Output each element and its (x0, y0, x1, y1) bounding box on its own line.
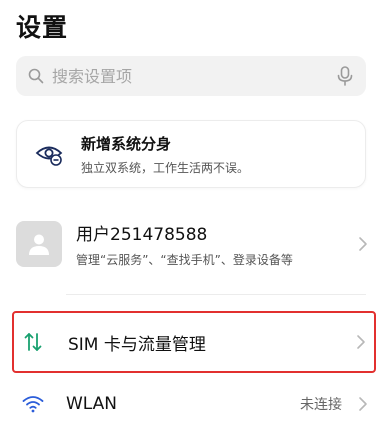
divider (66, 294, 366, 295)
wlan-row[interactable]: WLAN 未连接 (12, 384, 376, 424)
search-icon (28, 68, 44, 84)
chevron-right-icon (358, 396, 368, 412)
settings-page: 设置 新增系统分身 独立双系 (0, 0, 382, 442)
sim-and-data-row[interactable]: SIM 卡与流量管理 (12, 311, 376, 373)
person-icon (29, 234, 49, 255)
eye-icon (35, 140, 63, 168)
chevron-right-icon (358, 236, 368, 252)
card-title: 新增系统分身 (81, 134, 172, 153)
avatar (16, 221, 62, 267)
wlan-status: 未连接 (300, 397, 342, 413)
chevron-right-icon (356, 334, 366, 350)
system-clone-card[interactable]: 新增系统分身 独立双系统，工作生活两不误。 (16, 120, 366, 188)
account-row[interactable]: 用户251478588 管理“云服务”、“查找手机”、登录设备等 (16, 218, 372, 270)
account-subtitle: 管理“云服务”、“查找手机”、登录设备等 (76, 253, 293, 267)
microphone-icon[interactable] (336, 66, 354, 86)
search-input[interactable] (52, 66, 336, 86)
sim-transfer-icon (24, 332, 42, 352)
page-title: 设置 (16, 13, 69, 42)
card-text: 新增系统分身 独立双系统，工作生活两不误。 (81, 133, 249, 176)
search-bar[interactable] (16, 56, 366, 96)
wifi-icon (22, 395, 44, 413)
wlan-label: WLAN (66, 394, 118, 414)
card-subtitle: 独立双系统，工作生活两不误。 (81, 160, 250, 175)
account-name: 用户251478588 (76, 225, 208, 245)
account-text: 用户251478588 管理“云服务”、“查找手机”、登录设备等 (76, 220, 293, 268)
sim-label: SIM 卡与流量管理 (68, 334, 206, 355)
